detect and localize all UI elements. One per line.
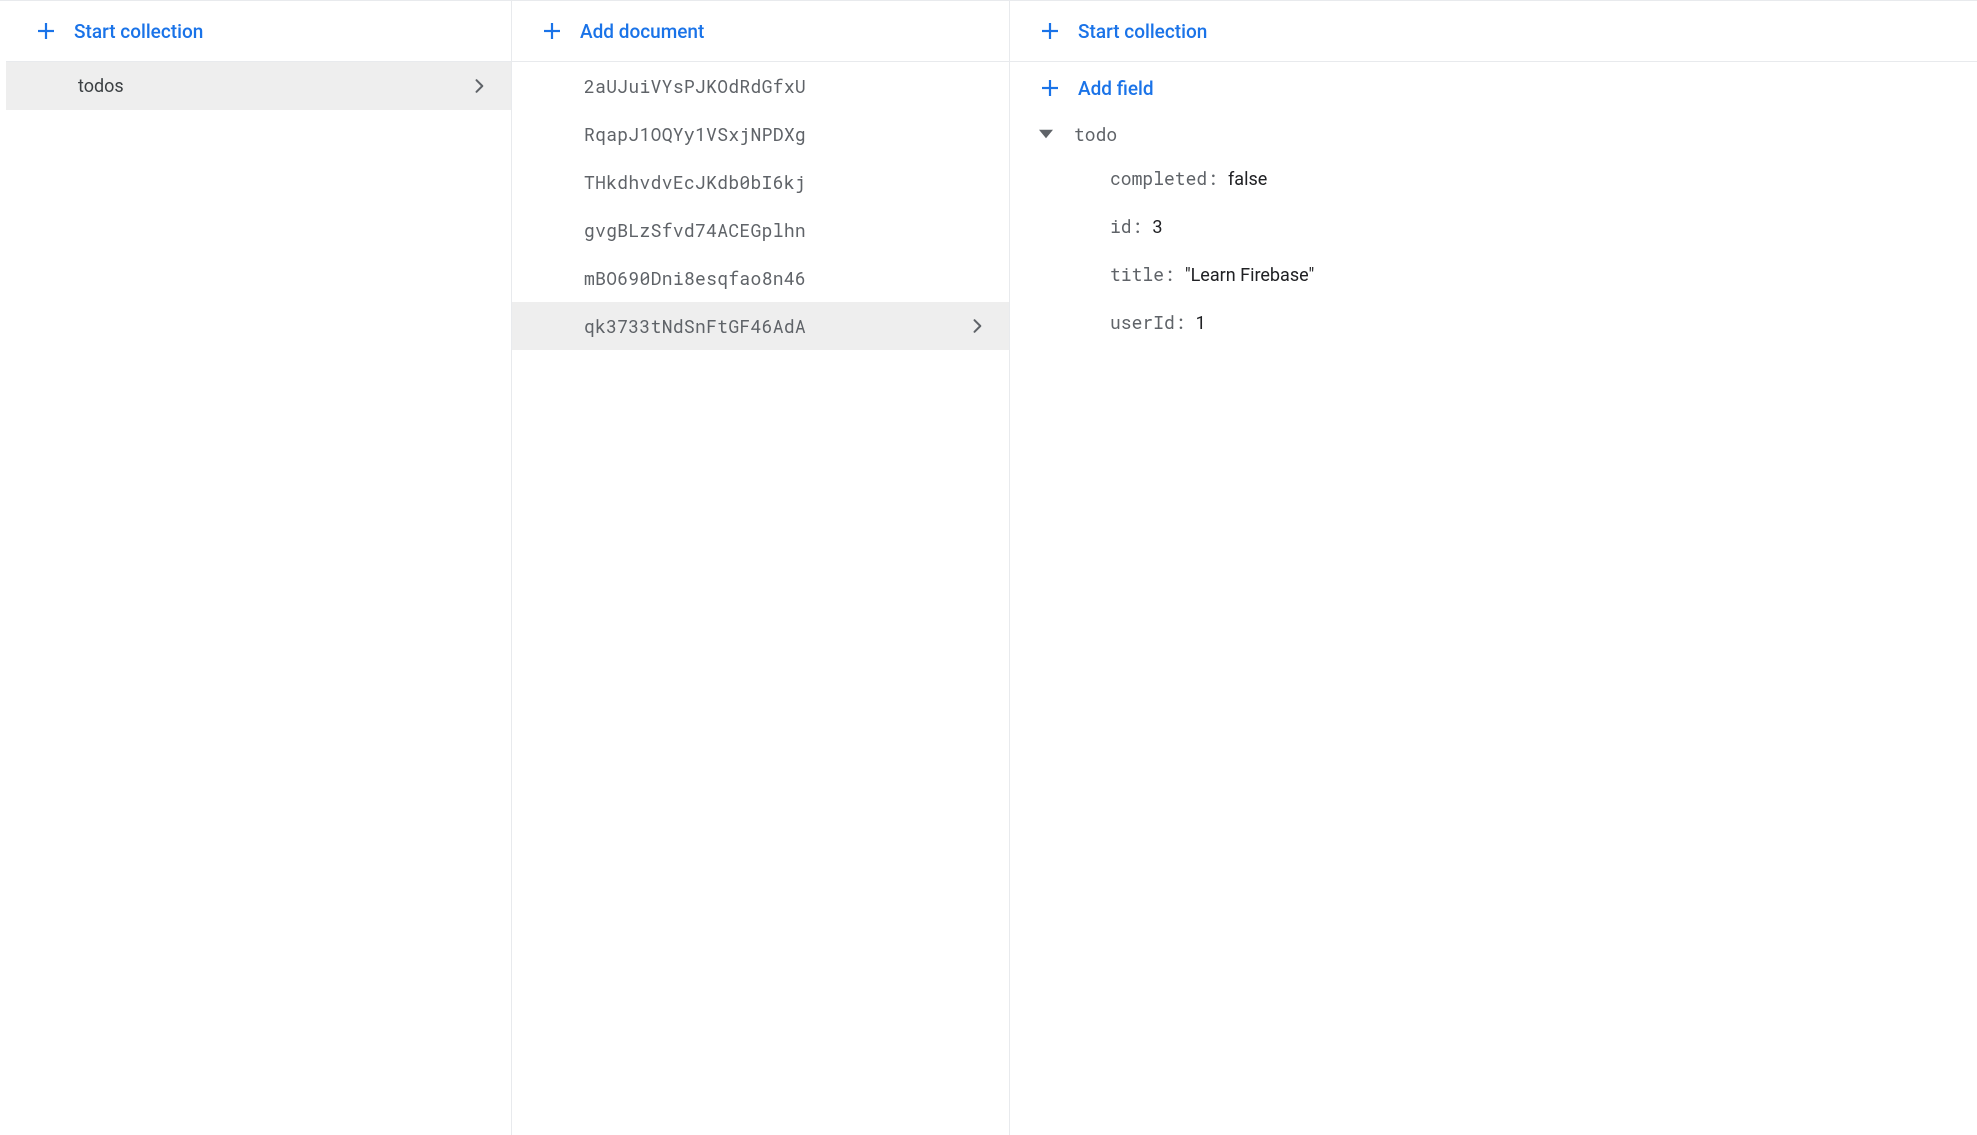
documents-list: 2aUJuiVYsPJKOdRdGfxU RqapJ1OQYy1VSxjNPDXg… — [512, 62, 1009, 350]
field-object-toggle[interactable]: todo — [1038, 114, 1949, 154]
field-key: title — [1110, 262, 1164, 286]
documents-panel: Add document 2aUJuiVYsPJKOdRdGfxU RqapJ1O… — [512, 1, 1010, 1135]
start-collection-button[interactable]: Start collection — [6, 1, 511, 62]
field-key: id — [1110, 214, 1132, 238]
add-document-button[interactable]: Add document — [512, 1, 1009, 62]
add-field-button[interactable]: Add field — [1010, 62, 1977, 114]
document-item[interactable]: mBO690Dni8esqfao8n46 — [512, 254, 1009, 302]
start-subcollection-button[interactable]: Start collection — [1010, 1, 1977, 62]
document-item[interactable]: gvgBLzSfvd74ACEGplhn — [512, 206, 1009, 254]
plus-icon — [34, 19, 58, 43]
fields-panel: Start collection Add field todo complete… — [1010, 1, 1977, 1135]
triangle-down-icon — [1038, 126, 1054, 142]
add-document-label: Add document — [580, 20, 704, 43]
document-item[interactable]: RqapJ1OQYy1VSxjNPDXg — [512, 110, 1009, 158]
document-id: RqapJ1OQYy1VSxjNPDXg — [584, 122, 806, 146]
field-object: todo completed:falseid:3title:"Learn Fir… — [1010, 114, 1977, 346]
document-id: 2aUJuiVYsPJKOdRdGfxU — [584, 74, 806, 98]
field-row[interactable]: userId:1 — [1110, 298, 1949, 346]
firestore-data-viewer: Start collection todos Add document 2aUJ… — [0, 0, 1977, 1135]
collection-name: todos — [78, 76, 124, 97]
field-row[interactable]: id:3 — [1110, 202, 1949, 250]
document-item[interactable]: THkdhvdvEcJKdb0bI6kj — [512, 158, 1009, 206]
document-id: THkdhvdvEcJKdb0bI6kj — [584, 170, 806, 194]
plus-icon — [540, 19, 564, 43]
field-row[interactable]: completed: false — [1110, 154, 1949, 202]
field-key: completed — [1110, 166, 1207, 190]
field-row[interactable]: title: "Learn Firebase" — [1110, 250, 1949, 298]
chevron-right-icon — [467, 74, 491, 98]
plus-icon — [1038, 76, 1062, 100]
start-collection-label: Start collection — [74, 20, 203, 43]
document-id: mBO690Dni8esqfao8n46 — [584, 266, 806, 290]
field-value: 1 — [1196, 313, 1206, 334]
field-colon: : — [1175, 310, 1186, 334]
field-value: 3 — [1152, 217, 1162, 238]
document-id: qk3733tNdSnFtGF46AdA — [584, 314, 806, 338]
field-colon: : — [1132, 214, 1143, 238]
document-item[interactable]: 2aUJuiVYsPJKOdRdGfxU — [512, 62, 1009, 110]
field-value: "Learn Firebase" — [1185, 265, 1314, 286]
add-field-label: Add field — [1078, 77, 1154, 100]
collection-item[interactable]: todos — [6, 62, 511, 110]
document-item[interactable]: qk3733tNdSnFtGF46AdA — [512, 302, 1009, 350]
chevron-right-icon — [965, 314, 989, 338]
field-object-name: todo — [1074, 122, 1117, 146]
field-children: completed:falseid:3title:"Learn Firebase… — [1038, 154, 1949, 346]
plus-icon — [1038, 19, 1062, 43]
field-value: false — [1228, 169, 1267, 190]
collections-list: todos — [6, 62, 511, 110]
field-colon: : — [1207, 166, 1218, 190]
collections-panel: Start collection todos — [6, 1, 512, 1135]
start-subcollection-label: Start collection — [1078, 20, 1207, 43]
field-colon: : — [1164, 262, 1175, 286]
document-id: gvgBLzSfvd74ACEGplhn — [584, 218, 806, 242]
field-key: userId — [1110, 310, 1175, 334]
